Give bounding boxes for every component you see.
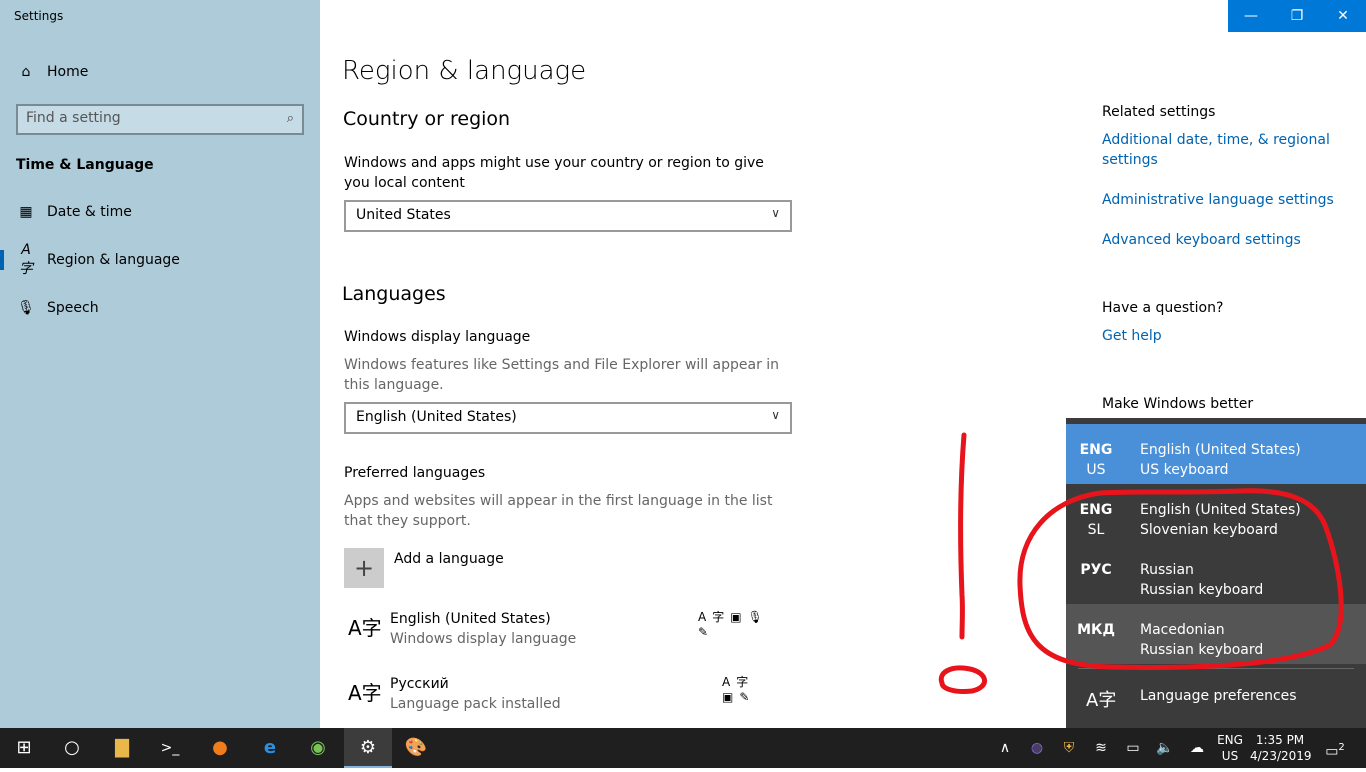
clock-date: 4/23/2019	[1250, 749, 1312, 763]
show-hidden-icons-chevron-icon[interactable]: ∧	[994, 728, 1016, 768]
sidebar-item-label: Speech	[47, 300, 99, 316]
language-status: Windows display language	[390, 631, 577, 647]
add-language-button[interactable]: +	[344, 548, 384, 588]
window-title: Settings	[14, 9, 64, 23]
home-icon: ⌂	[21, 64, 31, 80]
display-language-value: English (United States)	[356, 409, 517, 425]
preferred-languages-label: Preferred languages	[344, 465, 486, 481]
add-language-label[interactable]: Add a language	[394, 549, 504, 569]
display-language-label: Windows display language	[344, 329, 531, 345]
plus-icon: +	[353, 554, 375, 582]
language-name: Русский	[390, 676, 449, 692]
edge-icon[interactable]: e	[246, 728, 294, 768]
question-heading: Have a question?	[1102, 300, 1224, 316]
country-description: Windows and apps might use your country …	[344, 155, 764, 191]
preferred-languages-description: Apps and websites will appear in the fir…	[344, 493, 773, 529]
security-shield-icon[interactable]: ⛨	[1058, 728, 1080, 768]
settings-gear-icon[interactable]: ⚙	[344, 728, 392, 768]
red-annotation	[938, 432, 1344, 694]
android-studio-icon[interactable]: ◉	[294, 728, 342, 768]
language-code-sub: US	[1221, 749, 1239, 763]
language-status: Language pack installed	[390, 696, 561, 712]
display-language-description: Windows features like Settings and File …	[344, 357, 780, 393]
annotation-circle	[1017, 488, 1344, 670]
language-icon: A字	[19, 242, 33, 277]
language-name: English (United States)	[390, 611, 551, 627]
related-settings-heading: Related settings	[1102, 104, 1216, 120]
list-item[interactable]: A字 English (United States) Windows displ…	[344, 606, 784, 654]
sidebar-item-label: Date & time	[47, 204, 132, 220]
sidebar-item-speech[interactable]: 🎙 Speech	[0, 288, 320, 328]
minimize-button[interactable]: —	[1228, 0, 1274, 32]
sidebar-item-home[interactable]: ⌂ Home	[0, 52, 320, 92]
get-help-link[interactable]: Get help	[1102, 326, 1162, 346]
start-windows-icon[interactable]: ⊞	[0, 728, 48, 768]
viber-icon[interactable]: ◍	[1026, 728, 1048, 768]
search-circle-icon[interactable]: ○	[48, 728, 96, 768]
sidebar-item-label: Home	[47, 64, 89, 80]
annotation-stroke	[958, 432, 967, 640]
languages-heading: Languages	[342, 283, 446, 305]
language-icon: A字	[348, 681, 382, 705]
list-item[interactable]: A字 Русский Language pack installed A字▣✎	[344, 671, 784, 719]
notification-count-badge: 2	[1338, 742, 1345, 753]
section-title: Time & Language	[16, 157, 154, 173]
firefox-icon[interactable]: ●	[196, 728, 244, 768]
restore-button[interactable]: ❐	[1274, 0, 1320, 32]
action-center-small-icon[interactable]: ≋	[1090, 728, 1112, 768]
link-administrative-settings[interactable]: Administrative language settings	[1102, 190, 1334, 210]
microphone-icon: 🎙	[17, 300, 35, 316]
search-icon[interactable]: ⌕	[287, 111, 294, 126]
sidebar-item-date-time[interactable]: ▦ Date & time	[0, 192, 320, 232]
language-features-icons: A字▣✎	[722, 675, 756, 704]
clock-time: 1:35 PM	[1255, 733, 1305, 747]
battery-icon[interactable]: ▭	[1122, 728, 1144, 768]
annotation-dot	[938, 665, 987, 694]
sidebar-item-region-language[interactable]: A字 Region & language	[0, 240, 320, 280]
file-explorer-icon[interactable]: ▇	[98, 728, 146, 768]
language-icon: A字	[348, 616, 382, 640]
page-title: Region & language	[342, 56, 587, 86]
link-advanced-keyboard[interactable]: Advanced keyboard settings	[1102, 230, 1301, 250]
search-box[interactable]: ⌕	[16, 104, 304, 135]
language-features-icons: A字▣🎙✎	[698, 610, 769, 639]
paint-icon[interactable]: 🎨	[392, 728, 440, 768]
make-windows-better-heading: Make Windows better	[1102, 396, 1254, 412]
window-controls: — ❐ ✕	[1228, 0, 1366, 32]
calendar-clock-icon: ▦	[19, 204, 33, 220]
chevron-down-icon: ∨	[771, 206, 780, 220]
cloud-upload-icon[interactable]: ☁	[1186, 728, 1208, 768]
language-code-main: ENG	[1217, 733, 1243, 747]
close-button[interactable]: ✕	[1320, 0, 1366, 32]
clock[interactable]: 1:35 PM 4/23/2019	[1250, 732, 1312, 772]
chevron-down-icon: ∨	[771, 408, 780, 422]
notifications-icon[interactable]: ▭2	[1320, 728, 1350, 768]
link-additional-settings[interactable]: Additional date, time, & regional settin…	[1102, 130, 1342, 170]
volume-icon[interactable]: 🔈	[1154, 728, 1176, 768]
display-language-dropdown[interactable]: English (United States) ∨	[344, 402, 792, 434]
sidebar-item-label: Region & language	[47, 252, 180, 268]
country-heading: Country or region	[343, 108, 511, 130]
sidebar: Settings ⌂ Home ⌕ Time & Language ▦ Date…	[0, 0, 320, 728]
search-input[interactable]	[26, 110, 266, 126]
country-value: United States	[356, 207, 451, 223]
taskbar: ⊞ ○ ▇ >_ ● e ◉ ⚙ 🎨 ∧ ◍ ⛨ ≋ ▭ 🔈 ☁ ENG US 1…	[0, 728, 1366, 768]
country-dropdown[interactable]: United States ∨	[344, 200, 792, 232]
terminal-icon[interactable]: >_	[146, 728, 194, 768]
input-language-indicator[interactable]: ENG US	[1212, 732, 1248, 772]
